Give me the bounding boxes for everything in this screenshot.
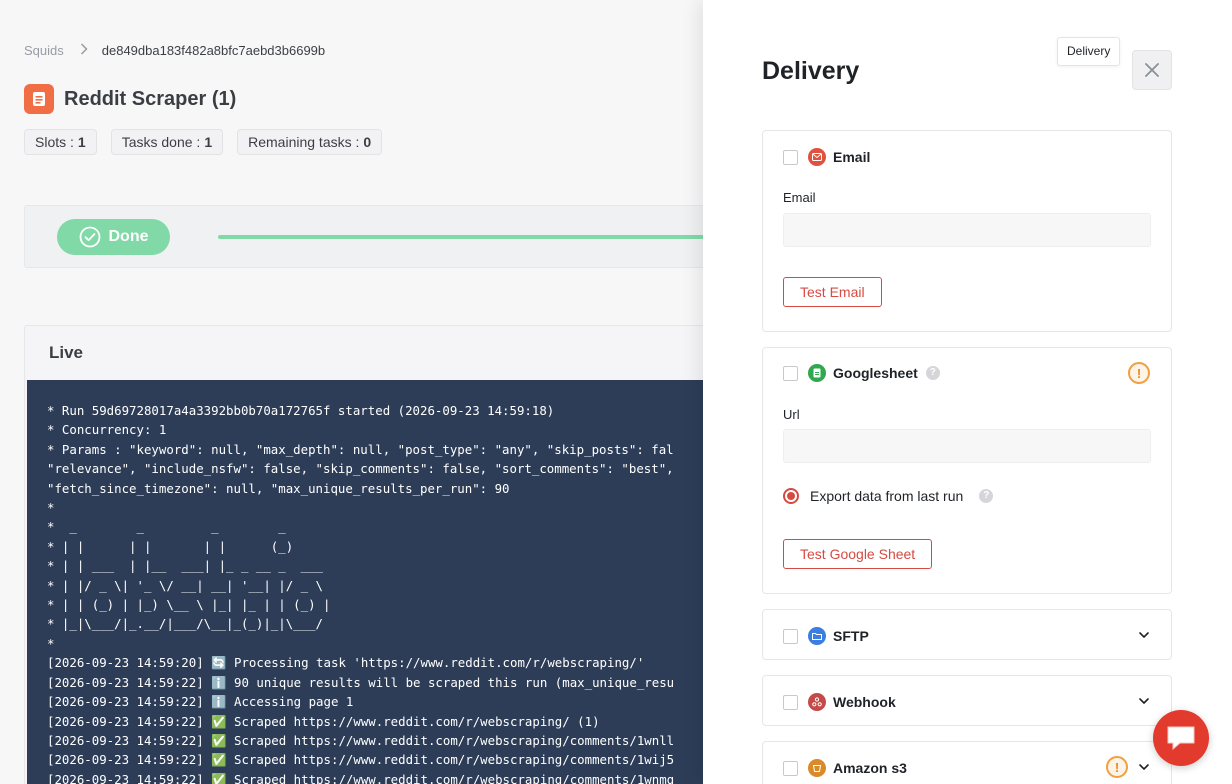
live-title: Live <box>25 326 723 380</box>
log-terminal[interactable]: * Run 59d69728017a4a3392bb0b70a172765f s… <box>27 380 723 784</box>
breadcrumb-root-link[interactable]: Squids <box>24 43 64 58</box>
chevron-down-icon[interactable] <box>1137 694 1151 708</box>
remaining-tasks-badge: Remaining tasks :0 <box>237 129 383 155</box>
googlesheet-label: Googlesheet <box>833 365 918 381</box>
badge-value: 0 <box>363 134 372 150</box>
googlesheet-url-field[interactable] <box>783 429 1151 463</box>
live-log-card: Live * Run 59d69728017a4a3392bb0b70a1727… <box>24 325 724 784</box>
email-header: Email <box>783 148 870 166</box>
tooltip: Delivery <box>1057 37 1121 66</box>
email-icon <box>808 148 826 166</box>
help-icon[interactable]: ? <box>979 489 994 503</box>
page-header: Reddit Scraper (1) <box>24 84 236 114</box>
amazon-s3-header: Amazon s3 <box>783 759 907 777</box>
warning-icon[interactable]: ! <box>1128 362 1150 384</box>
chat-icon <box>1167 726 1195 751</box>
webhook-section[interactable]: Webhook <box>762 675 1172 726</box>
googlesheet-header: Googlesheet ? <box>783 364 940 382</box>
badge-label: Slots : <box>35 134 74 150</box>
radio-selected-dot <box>787 492 795 500</box>
log-line: [2026-09-23 14:59:22] ✅ Scraped https://… <box>47 713 600 729</box>
log-line: [2026-09-23 14:59:20] 🔄 Processing task … <box>47 655 645 671</box>
breadcrumb: Squids de849dba183f482a8bfc7aebd3b6699b <box>24 42 325 58</box>
badge-value: 1 <box>204 134 213 150</box>
webhook-label: Webhook <box>833 694 896 710</box>
log-line: [2026-09-23 14:59:22] ℹ️ 90 unique resul… <box>47 674 675 690</box>
log-line: * |_|\___/|_.__/|___/\__|_(_)|_|\___/ <box>47 616 324 632</box>
log-line: * <box>47 635 55 651</box>
log-line: * Params : "keyword": null, "max_depth":… <box>47 441 674 457</box>
close-icon <box>1145 63 1159 77</box>
webhook-icon <box>808 693 826 711</box>
export-last-run-option[interactable]: Export data from last run ? <box>783 488 994 504</box>
log-line: * | | | | | | (_) <box>47 538 294 554</box>
log-line: [2026-09-23 14:59:22] ℹ️ Accessing page … <box>47 694 354 710</box>
delivery-drawer: Delivery Delivery Email Email Test Email… <box>703 0 1232 784</box>
done-status-badge: Done <box>57 219 170 255</box>
chevron-down-icon[interactable] <box>1137 760 1151 774</box>
stats-badges: Slots :1 Tasks done :1 Remaining tasks :… <box>24 129 383 155</box>
email-section: Email Email Test Email <box>762 130 1172 332</box>
badge-label: Tasks done : <box>121 134 201 150</box>
slots-badge: Slots :1 <box>24 129 97 155</box>
googlesheet-checkbox[interactable] <box>783 365 798 381</box>
email-label: Email <box>833 149 871 165</box>
amazon-s3-checkbox[interactable] <box>783 760 798 776</box>
log-line: "fetch_since_timezone": null, "max_uniqu… <box>47 480 510 496</box>
tasks-done-badge: Tasks done :1 <box>110 129 224 155</box>
help-icon[interactable]: ? <box>925 366 940 380</box>
folder-icon <box>808 627 826 645</box>
check-circle-icon <box>79 226 100 248</box>
log-line: * _ _ _ _ <box>47 519 286 535</box>
drawer-title: Delivery <box>762 57 860 85</box>
chevron-down-icon[interactable] <box>1137 628 1151 642</box>
sftp-section[interactable]: SFTP <box>762 609 1172 660</box>
log-line: [2026-09-23 14:59:22] ✅ Scraped https://… <box>47 752 675 768</box>
sftp-label: SFTP <box>833 628 869 644</box>
log-line: * Concurrency: 1 <box>47 422 167 438</box>
googlesheet-section: Googlesheet ? ! Url Export data from las… <box>762 347 1172 594</box>
chat-button[interactable] <box>1153 710 1209 766</box>
progress-bar <box>218 235 725 239</box>
badge-label: Remaining tasks : <box>248 134 360 150</box>
test-email-button[interactable]: Test Email <box>783 277 882 307</box>
email-field-label: Email <box>783 190 816 205</box>
status-label: Done <box>108 228 149 245</box>
bucket-icon <box>808 759 826 777</box>
webhook-header: Webhook <box>783 693 896 711</box>
amazon-s3-label: Amazon s3 <box>833 760 907 776</box>
log-line: * | | (_) | |_) \__ \ |_| |_ | | (_) | <box>47 597 331 613</box>
warning-icon[interactable]: ! <box>1106 756 1128 778</box>
log-line: * | |/ _ \| '_ \/ __| __| '__| |/ _ \ <box>47 577 324 593</box>
test-google-sheet-button[interactable]: Test Google Sheet <box>783 539 933 569</box>
email-checkbox[interactable] <box>783 149 798 165</box>
log-line: * <box>47 500 55 516</box>
url-field-label: Url <box>783 407 800 422</box>
chevron-right-icon <box>80 42 88 58</box>
breadcrumb-current: de849dba183f482a8bfc7aebd3b6699b <box>101 42 326 58</box>
log-line: * | | ___ | |__ ___| |_ _ __ _ ___ <box>47 558 324 574</box>
badge-value: 1 <box>77 134 86 150</box>
email-field[interactable] <box>783 213 1151 247</box>
log-line: [2026-09-23 14:59:22] ✅ Scraped https://… <box>47 771 675 784</box>
close-button[interactable] <box>1132 50 1172 90</box>
log-line: "relevance", "include_nsfw": false, "ski… <box>47 461 674 477</box>
sftp-checkbox[interactable] <box>783 628 798 644</box>
document-icon <box>24 84 54 114</box>
export-last-run-label: Export data from last run <box>810 488 964 504</box>
amazon-s3-section[interactable]: Amazon s3 ! <box>762 741 1172 784</box>
page-title: Reddit Scraper (1) <box>64 87 237 110</box>
log-line: * Run 59d69728017a4a3392bb0b70a172765f s… <box>47 403 555 418</box>
webhook-checkbox[interactable] <box>783 694 798 710</box>
log-line: [2026-09-23 14:59:22] ✅ Scraped https://… <box>47 732 675 748</box>
run-status-card: Done <box>24 205 725 268</box>
sftp-header: SFTP <box>783 627 869 645</box>
spreadsheet-icon <box>808 364 826 382</box>
export-last-run-radio[interactable] <box>783 488 799 504</box>
